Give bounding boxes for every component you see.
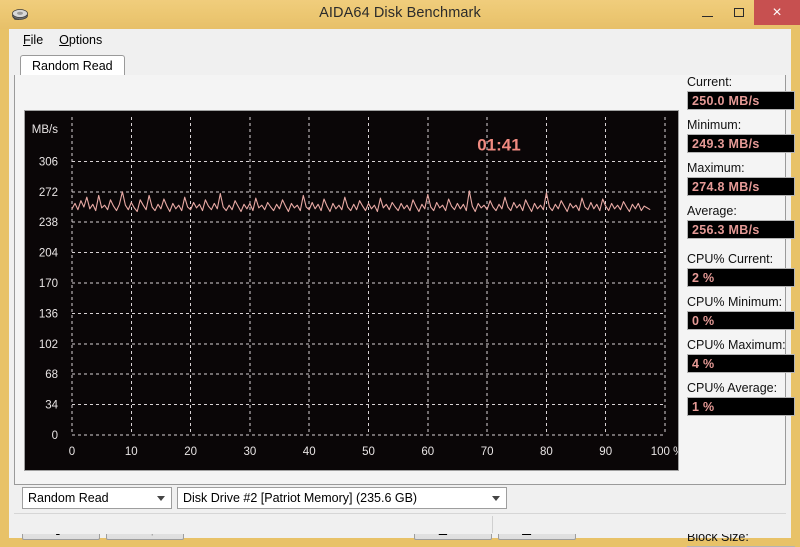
stat-minimum-value: 249.3 MB/s [687, 134, 795, 153]
stat-cpu-average-label: CPU% Average: [687, 381, 778, 395]
svg-text:50: 50 [362, 446, 375, 458]
svg-text:68: 68 [45, 369, 58, 381]
stat-average-label: Average: [687, 204, 737, 218]
svg-text:90: 90 [599, 446, 612, 458]
svg-text:MB/s: MB/s [32, 124, 58, 136]
svg-text:80: 80 [540, 446, 553, 458]
stat-cpu-current-value: 2 % [687, 268, 795, 287]
close-icon: × [772, 3, 782, 21]
stat-maximum-label: Maximum: [687, 161, 745, 175]
chevron-down-icon [492, 496, 500, 501]
menu-bar: File Options [9, 29, 791, 50]
aida64-disk-benchmark-window: AIDA64 Disk Benchmark × File Options Ran… [0, 0, 800, 547]
svg-text:01:41: 01:41 [477, 136, 520, 155]
svg-text:70: 70 [481, 446, 494, 458]
stat-current-label: Current: [687, 75, 733, 89]
stat-cpu-minimum: CPU% Minimum: 0 % [687, 295, 797, 330]
svg-text:136: 136 [39, 308, 58, 320]
test-type-select-value: Random Read [28, 491, 109, 505]
menu-item-file[interactable]: File [15, 31, 51, 49]
stat-cpu-minimum-label: CPU% Minimum: [687, 295, 783, 309]
chart-canvas: MB/s 0 34 68 102 136 170 204 238 272 306 0 10 20 30 40 5… [25, 111, 678, 470]
stat-cpu-minimum-value: 0 % [687, 311, 795, 330]
menu-item-options[interactable]: Options [51, 31, 110, 49]
svg-text:170: 170 [39, 278, 58, 290]
window-title: AIDA64 Disk Benchmark [319, 5, 481, 21]
tab-random-read[interactable]: Random Read [20, 55, 125, 76]
status-bar [14, 513, 786, 534]
svg-text:306: 306 [39, 156, 58, 168]
svg-text:20: 20 [184, 446, 197, 458]
statistics-panel: Current: 250.0 MB/s Minimum: 249.3 MB/s … [687, 75, 797, 424]
stat-current-value: 250.0 MB/s [687, 91, 795, 110]
stat-average-value: 256.3 MB/s [687, 220, 795, 239]
svg-text:40: 40 [303, 446, 316, 458]
stat-cpu-maximum-value: 4 % [687, 354, 795, 373]
svg-text:100 %: 100 % [651, 446, 678, 458]
svg-text:10: 10 [125, 446, 138, 458]
stat-maximum-value: 274.8 MB/s [687, 177, 795, 196]
stat-cpu-average-value: 1 % [687, 397, 795, 416]
svg-text:60: 60 [421, 446, 434, 458]
svg-text:272: 272 [39, 187, 58, 199]
tab-random-read-label: Random Read [32, 59, 113, 73]
svg-text:0: 0 [52, 430, 58, 442]
svg-text:102: 102 [39, 339, 58, 351]
menu-item-file-label: ile [30, 32, 44, 47]
stat-maximum: Maximum: 274.8 MB/s [687, 161, 797, 196]
chevron-down-icon [157, 496, 165, 501]
svg-text:238: 238 [39, 217, 58, 229]
chart-plot-area: MB/s 0 34 68 102 136 170 204 238 272 306 0 10 20 30 40 5… [25, 111, 678, 470]
maximize-button[interactable] [723, 0, 754, 25]
stat-minimum: Minimum: 249.3 MB/s [687, 118, 797, 153]
window-controls: × [692, 0, 800, 25]
tab-page-random-read: MB/s 0 34 68 102 136 170 204 238 272 306 0 10 20 30 40 5… [14, 75, 795, 547]
stat-current: Current: 250.0 MB/s [687, 75, 797, 110]
menu-item-options-label: ptions [68, 32, 103, 47]
title-bar: AIDA64 Disk Benchmark × [0, 0, 800, 29]
svg-text:204: 204 [39, 248, 59, 260]
stat-cpu-current-label: CPU% Current: [687, 252, 774, 266]
svg-text:30: 30 [244, 446, 257, 458]
stat-cpu-maximum-label: CPU% Maximum: [687, 338, 786, 352]
drive-select-value: Disk Drive #2 [Patriot Memory] (235.6 GB… [183, 491, 418, 505]
stat-minimum-label: Minimum: [687, 118, 742, 132]
client-area: File Options Random Read MB/s 0 34 68 102 136… [9, 29, 795, 547]
stat-cpu-average: CPU% Average: 1 % [687, 381, 797, 416]
minimize-icon [702, 15, 713, 17]
minimize-button[interactable] [692, 0, 723, 25]
svg-text:34: 34 [45, 400, 58, 412]
stat-average: Average: 256.3 MB/s [687, 204, 797, 239]
benchmark-chart: MB/s 0 34 68 102 136 170 204 238 272 306 0 10 20 30 40 5… [24, 110, 679, 471]
close-button[interactable]: × [754, 0, 800, 25]
stat-cpu-current: CPU% Current: 2 % [687, 252, 797, 287]
test-type-select[interactable]: Random Read [22, 487, 172, 509]
tab-strip: Random Read [14, 53, 786, 76]
drive-select[interactable]: Disk Drive #2 [Patriot Memory] (235.6 GB… [177, 487, 507, 509]
maximize-icon [733, 8, 744, 17]
svg-text:0: 0 [69, 446, 75, 458]
status-bar-separator [492, 516, 493, 533]
stat-cpu-maximum: CPU% Maximum: 4 % [687, 338, 797, 373]
